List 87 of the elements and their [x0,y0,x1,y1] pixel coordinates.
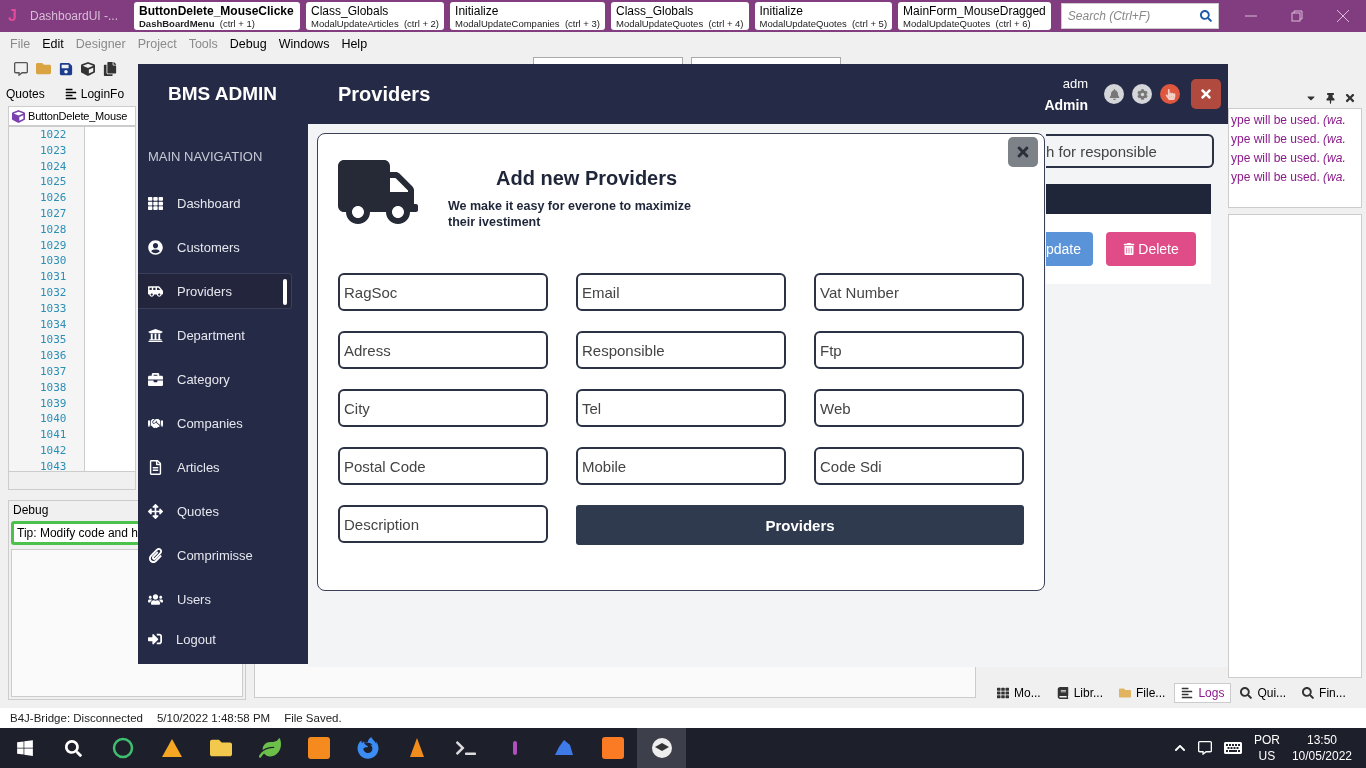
input-field[interactable]: Responsible [576,331,786,369]
input-field[interactable]: Email [576,273,786,311]
line-number: 1031 [40,269,68,285]
panel-tab[interactable]: File... [1112,683,1173,703]
panel-tab[interactable]: Logs [1174,683,1232,703]
logout-link[interactable]: Logout [138,621,292,657]
line-number: 1041 [40,427,68,443]
delete-button[interactable]: Delete [1106,232,1196,266]
window-title: DashboardUI -... [30,9,120,23]
input-field[interactable]: Description [338,505,548,543]
line-number: 1042 [40,442,68,459]
log-line: ype will be used. (wa. [1231,132,1347,147]
line-number: 1036 [40,348,68,364]
nav-item[interactable]: Articles [138,449,292,485]
status-text: 5/10/2022 1:48:58 PM [156,712,271,724]
document-tab[interactable]: ButtonDelete_Mouse [8,106,136,126]
line-number: 1037 [40,363,68,380]
nav-item[interactable]: Providers [138,273,292,309]
menu-item[interactable]: Windows [272,36,336,51]
line-number: 1022 [40,127,68,143]
search-field[interactable]: h for responsible [1046,134,1214,168]
input-field[interactable]: Adress [338,331,548,369]
line-number: 1034 [40,316,68,333]
nav-item[interactable]: Department [138,317,292,353]
line-number: 1038 [40,379,68,396]
brand-title: BMS ADMIN [167,83,279,105]
line-number: 1023 [40,142,68,159]
nav-item[interactable]: Category [138,361,292,397]
input-field[interactable]: Web [814,389,1024,427]
line-number: 1043 [40,458,68,471]
line-number: 1033 [40,300,68,317]
line-number: 1040 [40,411,68,428]
menu-item[interactable]: Help [335,36,374,51]
modal-title: Add new Providers [495,167,679,190]
line-number: 1035 [40,332,68,349]
input-field[interactable]: Code Sdi [814,447,1024,485]
editor-tab[interactable]: Class_Globals ModalUpdateQuotes (ctrl + 4) [611,2,749,30]
log-line: ype will be used. (wa. [1231,151,1347,166]
menu-item[interactable]: Debug [223,36,273,51]
code-editor[interactable]: 1022 1023 1024 1025 1026 1027 1028 1029 1030 1031 1032 1033 1034 1035 1036 1037 1038 1039 1040 1041 1042 1043 [8,126,136,472]
user-role: Admin [1044,96,1088,113]
app-logo: J [8,7,18,25]
panel-tab[interactable]: Libr... [1049,683,1111,703]
panel-tab[interactable]: Mo... [990,683,1048,703]
submit-button[interactable]: Providers [576,505,1024,545]
editor-tab[interactable]: Initialize ModalUpdateCompanies (ctrl + 3) [450,2,605,30]
clock[interactable]: 13:50 10/05/2022 [1291,732,1352,764]
search-field[interactable]: Search (Ctrl+F) [1060,3,1219,29]
panel-tab[interactable]: LoginFo [64,87,125,101]
line-number: 1027 [40,206,68,222]
input-field[interactable]: RagSoc [338,273,548,311]
input-field[interactable]: Postal Code [338,447,548,485]
editor-tab[interactable]: Initialize ModalUpdateQuotes (ctrl + 5) [754,2,893,30]
panel-tab[interactable]: Fin... [1295,683,1353,703]
nav-heading: MAIN NAVIGATION [147,149,264,164]
language-indicator[interactable]: POR US [1253,732,1280,764]
menu-item[interactable]: Edit [36,36,70,51]
input-field[interactable]: Tel [576,389,786,427]
nav-item[interactable]: Dashboard [138,185,292,221]
nav-item[interactable]: Companies [138,405,292,441]
line-number: 1026 [40,190,68,206]
line-number: 1032 [40,284,68,301]
user-login: adm [1062,75,1088,91]
editor-tab[interactable]: Class_Globals ModalUpdateArticles (ctrl + 2) [306,2,445,30]
status-text: File Saved. [284,712,342,724]
line-number: 1030 [40,253,68,270]
status-text: B4J-Bridge: Disconnected [10,712,143,724]
editor-tab[interactable]: ButtonDelete_MouseClicke DashBoardMenu (ctrl + 1) [134,2,300,30]
line-number: 1028 [40,221,68,238]
input-field[interactable]: City [338,389,548,427]
modal-subtitle: We make it easy for everone to maximize their ivestiment [448,198,692,230]
log-line: ype will be used. (wa. [1231,170,1347,185]
editor-tab[interactable]: MainForm_MouseDragged ModalUpdateQuotes (ctrl + 6) [898,2,1051,30]
panel-tab[interactable]: Qui... [1233,683,1294,703]
input-field[interactable]: Ftp [814,331,1024,369]
panel-tab[interactable]: Quotes [6,87,45,101]
input-field[interactable]: Vat Number [814,273,1024,311]
nav-item[interactable]: Users [138,581,292,617]
line-number: 1025 [40,174,68,191]
page-title: Providers [338,82,431,106]
panel-title: Debug [12,502,50,519]
line-number: 1029 [40,237,68,254]
line-number: 1024 [40,158,68,175]
log-line: ype will be used. (wa. [1231,113,1347,128]
line-number: 1039 [40,395,68,412]
nav-item[interactable]: Customers [138,229,292,265]
input-field[interactable]: Mobile [576,447,786,485]
